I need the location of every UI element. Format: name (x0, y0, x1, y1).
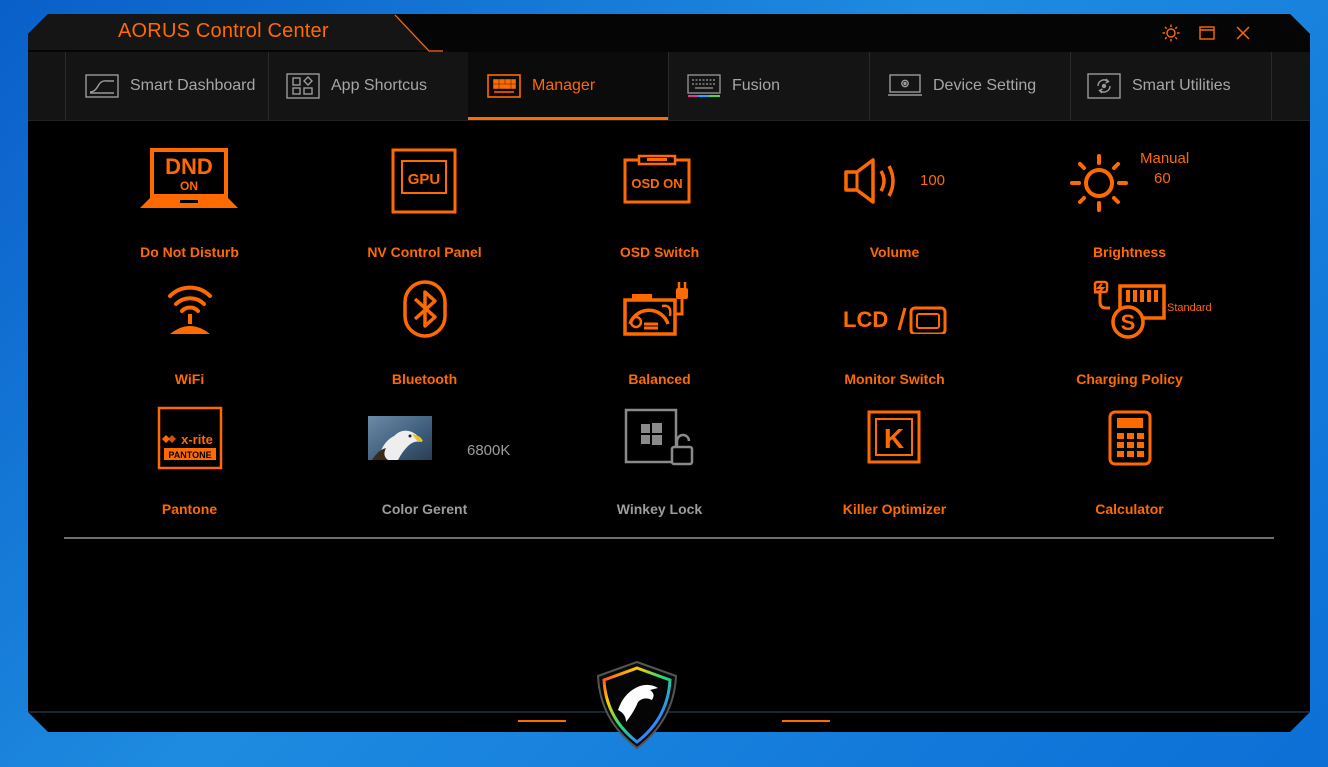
title-tab-edge (394, 14, 443, 52)
bluetooth-icon (403, 280, 447, 338)
tab-smart-dashboard[interactable]: Smart Dashboard (65, 52, 269, 120)
item-label: Volume (869, 244, 920, 260)
killer-icon: K (867, 410, 921, 464)
lcd-text: LCD (843, 307, 888, 332)
dnd-laptop-icon: DND ON (140, 148, 238, 208)
app-grid-icon (285, 73, 321, 99)
item-label: Charging Policy (1076, 371, 1183, 387)
bottom-accent-right (782, 720, 830, 722)
tab-label: Fusion (732, 77, 781, 94)
speaker-icon (844, 158, 895, 204)
charging-policy-button[interactable]: S Standard Charging Policy (1012, 280, 1247, 387)
dashboard-icon (84, 73, 120, 99)
calculator-icon (1108, 410, 1152, 466)
charging-icon: S (1093, 280, 1166, 339)
pantone-button[interactable]: x-rite PANTONE Pantone (72, 406, 307, 517)
gpu-icon: GPU (391, 148, 457, 214)
restore-icon[interactable] (1196, 22, 1218, 44)
winkey-lock-button[interactable]: Winkey Lock (542, 406, 777, 517)
color-temperature-value: 6800K (467, 442, 511, 459)
winkey-lock-icon (624, 408, 694, 466)
osd-switch-button[interactable]: OSD ON OSD Switch (542, 144, 777, 260)
brightness-mode: Manual (1140, 150, 1190, 167)
killer-optimizer-button[interactable]: K Killer Optimizer (777, 406, 1012, 517)
do-not-disturb-button[interactable]: DND ON Do Not Disturb (72, 144, 307, 260)
item-label: Bluetooth (391, 371, 458, 387)
balanced-button[interactable]: Balanced (542, 280, 777, 387)
tab-app-shortcuts[interactable]: App Shortcus (267, 52, 469, 120)
item-label: Do Not Disturb (140, 244, 239, 260)
tab-manager[interactable]: Manager (468, 52, 669, 120)
xrite-pantone-icon: x-rite PANTONE (157, 406, 223, 470)
nv-control-panel-button[interactable]: GPU NV Control Panel (307, 144, 542, 260)
charging-policy-value: Standard (1167, 302, 1212, 314)
sun-icon[interactable] (1160, 22, 1182, 44)
tab-label: Device Setting (933, 77, 1037, 94)
calculator-button[interactable]: Calculator (1012, 406, 1247, 517)
monitor-gear-icon (887, 73, 923, 99)
tab-device-setting[interactable]: Device Setting (869, 52, 1071, 120)
sun-icon (1070, 154, 1128, 212)
utility-icon (1086, 73, 1122, 99)
item-label: OSD Switch (619, 244, 700, 260)
tab-label: Manager (532, 77, 596, 94)
window-controls (1160, 22, 1254, 44)
tab-bar: Smart Dashboard App Shortcus Manager Fus… (28, 52, 1310, 121)
item-label: NV Control Panel (367, 244, 482, 260)
tab-label: App Shortcus (331, 77, 428, 94)
section-divider (64, 537, 1274, 539)
item-label: Color Gerent (381, 501, 468, 517)
item-label: WiFi (174, 371, 205, 387)
item-label: Killer Optimizer (842, 501, 947, 517)
volume-button[interactable]: 100 Volume (777, 144, 1012, 260)
killer-k-text: K (884, 423, 904, 454)
color-gerent-button[interactable]: 6800K Color Gerent (307, 406, 542, 517)
item-label: Balanced (628, 371, 691, 387)
power-mode-icon (623, 282, 688, 336)
keyboard-rgb-icon (686, 73, 722, 99)
bluetooth-button[interactable]: Bluetooth (307, 280, 542, 387)
gpu-text: GPU (408, 171, 441, 188)
bottom-accent-left (518, 720, 566, 722)
wifi-button[interactable]: WiFi (72, 280, 307, 387)
item-label: Monitor Switch (844, 371, 945, 387)
tab-label: Smart Dashboard (130, 77, 256, 94)
dnd-on-text: ON (180, 179, 198, 193)
item-label: Pantone (161, 501, 218, 517)
pantone-text: PANTONE (168, 450, 211, 460)
dnd-text: DND (165, 154, 213, 179)
app-title: AORUS Control Center (118, 20, 329, 42)
lcd-monitor-icon: LCD (843, 306, 947, 334)
charging-s-text: S (1121, 310, 1136, 335)
osd-icon: OSD ON (623, 154, 691, 204)
xrite-text: x-rite (181, 432, 213, 447)
volume-value: 100 (920, 172, 946, 189)
tab-label: Smart Utilities (1132, 77, 1231, 94)
monitor-switch-button[interactable]: LCD Monitor Switch (777, 280, 1012, 387)
aorus-eagle-logo[interactable] (596, 660, 678, 750)
keyboard-panel-icon (486, 73, 522, 99)
item-label: Brightness (1092, 244, 1167, 260)
app-window: AORUS Control Center Smart Dashboard App… (28, 14, 1310, 732)
wifi-icon (168, 285, 212, 334)
title-bar[interactable]: AORUS Control Center (28, 14, 1310, 53)
brightness-button[interactable]: Manual 60 Brightness (1012, 144, 1247, 260)
item-label: Winkey Lock (616, 501, 703, 517)
eagle-thumbnail-icon (368, 416, 432, 460)
close-icon[interactable] (1232, 22, 1254, 44)
tab-smart-utilities[interactable]: Smart Utilities (1070, 52, 1272, 120)
osd-text: OSD ON (631, 176, 682, 191)
tab-fusion[interactable]: Fusion (668, 52, 870, 120)
item-label: Calculator (1095, 501, 1164, 517)
brightness-value: 60 (1154, 170, 1171, 187)
